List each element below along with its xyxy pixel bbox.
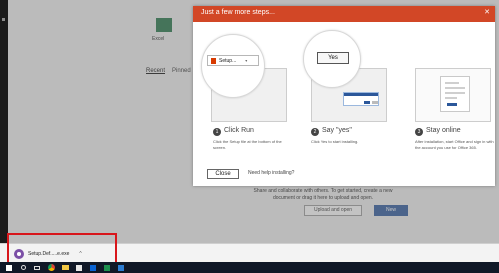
excel-icon[interactable] bbox=[102, 263, 112, 272]
step-3-description: After installation, start Office and sig… bbox=[415, 139, 494, 150]
word-icon[interactable] bbox=[116, 263, 126, 272]
taskbar bbox=[0, 262, 499, 273]
windows-icon[interactable] bbox=[4, 263, 14, 272]
step-1-description: Click the Setup file at the bottom of th… bbox=[213, 139, 282, 150]
setup-file-icon bbox=[14, 248, 24, 259]
step-2-description: Click Yes to start installing. bbox=[311, 139, 359, 144]
install-steps-dialog: Just a few more steps... ✕ Setup... ▾ Ye… bbox=[193, 6, 495, 186]
search-icon[interactable] bbox=[18, 263, 28, 272]
task-view-icon[interactable] bbox=[32, 263, 42, 272]
download-item[interactable]: Setup.Def.....e.exe ^ bbox=[14, 247, 82, 260]
dialog-header: Just a few more steps... ✕ bbox=[193, 6, 495, 22]
edge-marker bbox=[2, 18, 5, 21]
close-icon[interactable]: ✕ bbox=[484, 8, 490, 16]
chrome-icon[interactable] bbox=[46, 263, 56, 272]
magnifier-run bbox=[201, 34, 265, 98]
caret-up-icon[interactable]: ^ bbox=[79, 251, 81, 257]
chevron-down-icon: ▾ bbox=[245, 58, 248, 63]
step-1-number-icon: 1 bbox=[213, 128, 221, 136]
outlook-icon[interactable] bbox=[88, 263, 98, 272]
setup-file-chip: Setup... ▾ bbox=[207, 55, 259, 66]
step-2-title: Say "yes" bbox=[322, 127, 352, 134]
dialog-title: Just a few more steps... bbox=[201, 9, 275, 16]
download-bar: Setup.Def.....e.exe ^ bbox=[0, 243, 499, 262]
help-installing-link[interactable]: Need help installing? bbox=[248, 170, 294, 176]
step-3-number-icon: 3 bbox=[415, 128, 423, 136]
close-button[interactable]: Close bbox=[207, 169, 239, 179]
office-icon bbox=[211, 57, 216, 64]
step-1-title: Click Run bbox=[224, 127, 254, 134]
store-icon[interactable] bbox=[74, 263, 84, 272]
file-explorer-icon[interactable] bbox=[60, 263, 70, 272]
setup-chip-text: Setup... bbox=[219, 57, 237, 64]
left-edge-strip bbox=[0, 0, 8, 262]
signin-window-thumbnail bbox=[440, 76, 470, 112]
step-3-title: Stay online bbox=[426, 127, 461, 134]
uac-window-thumbnail bbox=[343, 92, 379, 106]
yes-button-illustration: Yes bbox=[317, 52, 349, 64]
step-2-number-icon: 2 bbox=[311, 128, 319, 136]
download-filename: Setup.Def.....e.exe bbox=[28, 250, 70, 257]
